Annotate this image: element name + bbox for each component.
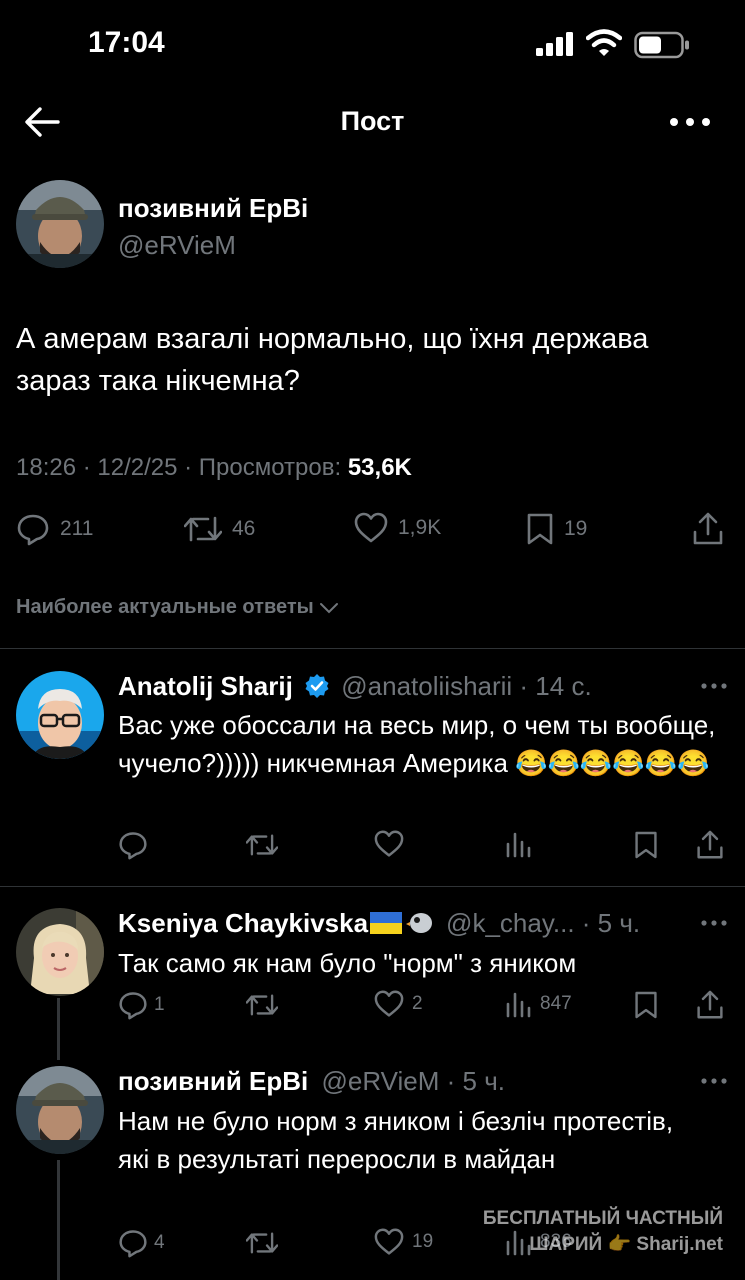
heart-icon [374,1228,404,1255]
share-button[interactable] [696,830,724,860]
post-views[interactable]: 53,6K [348,454,412,481]
watermark-line: ШАРИЙ 👉 Sharij.net [529,1234,723,1255]
reply-count: 211 [60,517,94,540]
page-title: Пост [340,106,405,136]
share-icon [697,990,723,1019]
reply-icon [17,514,49,546]
reply-text: Вас уже обоссали на весь мир, о чем ты в… [118,710,716,778]
more-options-icon[interactable] [700,918,728,928]
reply-actions [0,830,745,870]
reply-button[interactable]: 1 [118,990,165,1020]
like-count: 1,9K [398,516,442,539]
repost-count: 46 [232,517,256,540]
reply-avatar[interactable] [16,671,104,759]
views-button[interactable] [504,830,532,858]
like-button[interactable]: 1,9K [354,512,441,544]
like-count: 2 [412,993,423,1014]
reply-button[interactable] [118,830,148,860]
battery-icon [634,31,689,59]
reply-count: 1 [154,994,165,1015]
bookmark-icon [527,513,553,545]
more-options-icon[interactable] [700,1076,728,1086]
reply-button[interactable]: 211 [16,512,93,546]
status-bar: 17:04 [0,0,745,90]
repost-button[interactable] [246,990,278,1020]
reply-avatar[interactable] [16,908,104,996]
verified-badge-icon [305,674,329,698]
bookmark-button[interactable]: 19 [526,512,587,546]
reply-author-name[interactable]: Anatolij Sharij [118,671,293,701]
share-icon [693,512,723,545]
post-meta: 18:26 · 12/2/25 · Просмотров: 53,6K [16,454,412,482]
post-timestamp: 18:26 · 12/2/25 · Просмотров: [16,454,348,481]
repost-icon [246,994,278,1016]
reply-time: · 5 ч. [439,1066,505,1096]
reply-icon [119,1230,147,1258]
share-icon [697,830,723,859]
views-button[interactable]: 847 [504,990,572,1018]
watermark: БЕСПЛАТНЫЙ ЧАСТНЫЙ ШАРИЙ 👉 Sharij.net [483,1206,723,1258]
replies-sort-label: Наиболее актуальные ответы [16,596,314,618]
reply-author-name[interactable]: позивний ЕрВі [118,1066,308,1096]
repost-button[interactable]: 46 [184,512,255,546]
heart-icon [354,512,388,543]
divider [0,886,745,887]
chevron-down-icon [319,602,338,613]
reply-count: 4 [154,1232,165,1253]
post-actions: 211 46 1,9K 19 [0,512,745,552]
more-options-icon[interactable] [700,681,728,691]
repost-button[interactable] [246,1228,278,1258]
repost-button[interactable] [246,830,278,860]
nav-bar: Пост [0,90,745,158]
share-button[interactable] [696,990,724,1020]
reply-icon [119,832,147,860]
reply-text: Нам не було норм з яником і безліч проте… [118,1106,674,1174]
heart-icon [374,830,404,857]
bookmark-button[interactable] [634,830,658,860]
bookmark-button[interactable] [634,990,658,1020]
divider [0,648,745,649]
like-count: 19 [412,1231,434,1252]
author-handle[interactable]: @eRVieM [118,230,236,261]
reply-time: · 14 с. [512,671,592,701]
author-avatar[interactable] [16,180,104,268]
bird-emoji-icon [406,913,433,933]
flag-ukraine-icon [370,912,403,934]
heart-icon [374,990,404,1017]
post-text: А амерам взагалі нормально, що їхня держ… [16,323,649,397]
like-button[interactable] [374,830,404,858]
analytics-icon [506,832,531,858]
bookmark-count: 19 [564,517,588,540]
reply-text: Так само як нам було "норм" з яником [118,948,577,978]
like-button[interactable]: 19 [374,1228,433,1256]
bookmark-icon [635,831,657,859]
reply-header: Kseniya Chaykivska @k_chay... · 5 ч. [118,908,640,939]
author-name[interactable]: позивний ЕрВі [118,193,308,224]
bookmark-icon [635,991,657,1019]
reply-button[interactable]: 4 [118,1228,165,1258]
more-options-icon[interactable] [668,110,712,134]
wifi-icon [586,29,622,56]
repost-icon [246,1232,278,1254]
share-button[interactable] [692,512,724,546]
reply-author-handle[interactable]: @eRVieM [322,1066,440,1096]
like-button[interactable]: 2 [374,990,423,1018]
cellular-signal-icon [536,32,573,56]
repost-icon [246,834,278,856]
views-count: 847 [540,993,572,1014]
watermark-line: БЕСПЛАТНЫЙ ЧАСТНЫЙ [482,1208,723,1229]
analytics-icon [506,992,531,1018]
reply-actions: 1 2 847 [0,990,745,1030]
repost-icon [184,516,222,542]
reply-header: позивний ЕрВі @eRVieM · 5 ч. [118,1066,505,1097]
status-time: 17:04 [88,26,165,59]
replies-sort-dropdown[interactable]: Наиболее актуальные ответы [16,596,340,619]
reply-avatar[interactable] [16,1066,104,1154]
reply-time: · 5 ч. [574,908,641,938]
reply-header: Anatolij Sharij @anatoliisharii · 14 с. [118,671,592,702]
reply-author-handle[interactable]: @k_chay... [446,908,575,938]
reply-icon [119,992,147,1020]
reply-author-handle[interactable]: @anatoliisharii [341,671,512,701]
reply-author-name[interactable]: Kseniya Chaykivska [118,908,368,938]
